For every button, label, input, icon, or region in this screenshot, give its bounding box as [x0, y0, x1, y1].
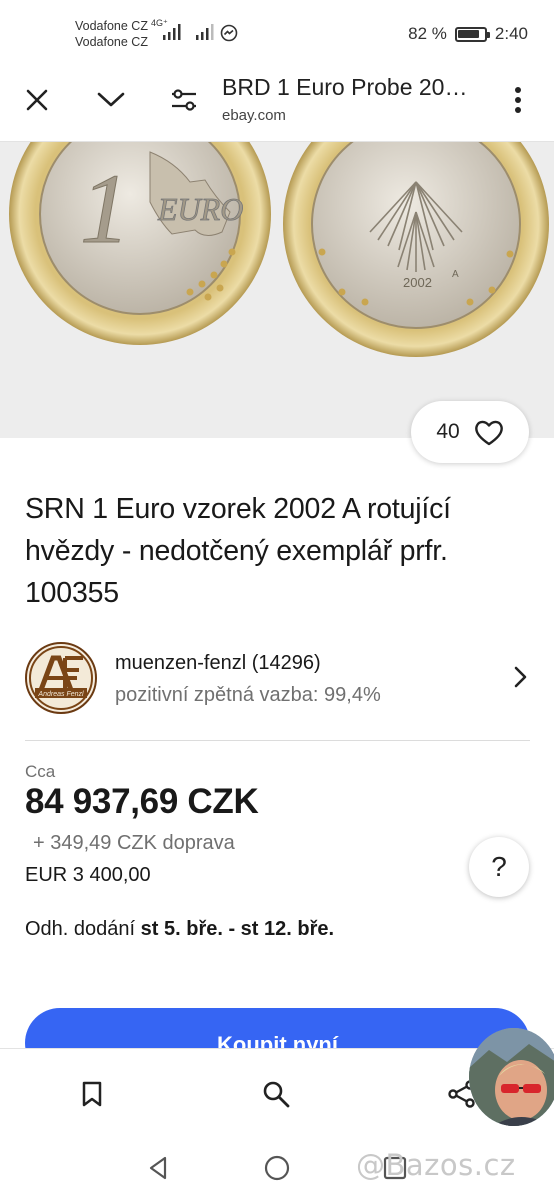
help-icon: ?	[491, 851, 507, 882]
coin-value: 1	[80, 153, 130, 264]
home-icon[interactable]	[263, 1154, 291, 1182]
status-right: 82 % 2:40	[408, 24, 528, 44]
signal-icon-2	[196, 24, 214, 40]
status-bar: Vodafone CZ Vodafone CZ 4G⁺ 82 % 2:40	[0, 0, 554, 58]
chevron-down-icon	[97, 92, 125, 107]
seller-feedback: pozitivní zpětná vazba: 99,4%	[115, 684, 381, 706]
coin-year: 2002	[403, 275, 432, 290]
listing-title: SRN 1 Euro vzorek 2002 A rotující hvězdy…	[25, 493, 451, 609]
close-button[interactable]	[17, 80, 57, 120]
seller-name: muenzen-fenzl (14296)	[115, 652, 321, 674]
browser-toolbar: BRD 1 Euro Probe 20… ebay.com	[0, 58, 554, 142]
tune-icon	[172, 89, 196, 111]
coin-word: EURO	[157, 191, 243, 227]
price: 84 937,69 CZK	[25, 782, 259, 821]
messenger-icon	[220, 24, 238, 42]
page-settings-button[interactable]	[164, 80, 204, 120]
coin-reverse	[9, 142, 271, 345]
andreas-fenzl-logo: Andreas Fenzl	[29, 646, 93, 710]
delivery-range: st 5. bře. - st 12. bře.	[140, 918, 335, 940]
help-button[interactable]: ?	[469, 837, 529, 897]
search-icon	[263, 1081, 290, 1108]
delivery-label: Odh. dodání	[25, 918, 136, 940]
watermark: @Bazos.cz	[356, 1148, 516, 1182]
battery-percent: 82 %	[408, 24, 447, 43]
close-icon	[26, 89, 48, 111]
bookmark-button[interactable]	[74, 1076, 110, 1112]
watch-button[interactable]: 40	[411, 401, 529, 463]
more-vertical-icon	[515, 87, 521, 113]
seller-card[interactable]: Andreas Fenzl muenzen-fenzl (14296) pozi…	[25, 640, 535, 716]
more-options-button[interactable]	[498, 80, 538, 120]
coin-mint-mark: A	[452, 269, 459, 280]
carrier-1: Vodafone CZ	[75, 19, 148, 33]
avatar-photo	[469, 1028, 554, 1126]
watch-count: 40	[436, 420, 460, 443]
coin-obverse	[283, 142, 549, 357]
carrier-2: Vodafone CZ	[75, 35, 148, 49]
battery-icon	[454, 26, 490, 42]
seller-logo: Andreas Fenzl	[25, 642, 97, 714]
page-host[interactable]: ebay.com	[222, 107, 286, 124]
page-title[interactable]: BRD 1 Euro Probe 20…	[222, 74, 467, 101]
divider	[25, 740, 530, 741]
clock: 2:40	[494, 24, 528, 43]
listing-image[interactable]: 1 EURO 2002 A	[0, 142, 554, 438]
search-button[interactable]	[258, 1076, 294, 1112]
signal-icon	[163, 24, 181, 40]
logo-text: Andreas Fenzl	[37, 691, 84, 698]
delivery-estimate: Odh. dodání st 5. bře. - st 12. bře.	[25, 918, 334, 941]
heart-icon	[474, 420, 503, 445]
floating-chat-avatar[interactable]	[469, 1028, 554, 1126]
shipping-cost: + 349,49 CZK doprava	[33, 832, 235, 854]
original-price: EUR 3 400,00	[25, 864, 151, 886]
chevron-right-icon	[514, 666, 527, 688]
coin-photo: 1 EURO 2002 A	[9, 142, 549, 357]
bookmark-icon	[82, 1081, 102, 1107]
approx-label: Cca	[25, 762, 56, 781]
back-icon[interactable]	[145, 1154, 173, 1182]
collapse-button[interactable]	[91, 80, 131, 120]
carrier-info: Vodafone CZ Vodafone CZ	[75, 18, 148, 50]
